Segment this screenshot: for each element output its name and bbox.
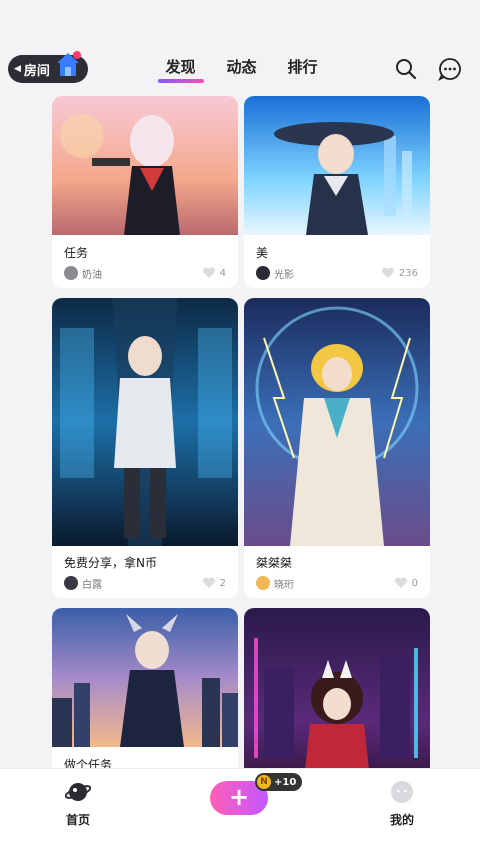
post-image[interactable]: [52, 96, 238, 235]
post-meta: 光影 236: [256, 265, 418, 281]
post-card[interactable]: 任务 奶油 4: [52, 96, 238, 288]
house-icon: [57, 51, 81, 76]
avatar: [64, 266, 78, 280]
post-author: 晓珩: [274, 579, 294, 591]
heart-icon[interactable]: [394, 577, 408, 589]
post-image[interactable]: [52, 608, 238, 747]
post-title: 任务: [64, 246, 89, 260]
post-card[interactable]: 美 光影 236: [244, 96, 430, 288]
post-likes: 4: [219, 267, 226, 279]
post-meta: 白露 2: [64, 575, 226, 591]
nav-home-label: 首页: [65, 813, 90, 827]
post-image[interactable]: [52, 298, 238, 546]
post-card[interactable]: 做个任务: [52, 608, 238, 768]
bottom-nav: 首页 + N +10 我的: [0, 768, 480, 854]
post-meta: 晓珩 0: [256, 575, 418, 591]
post-title: 免费分享，拿N币: [64, 556, 157, 570]
message-icon[interactable]: [438, 57, 462, 81]
search-icon[interactable]: [394, 57, 418, 81]
post-image[interactable]: [244, 96, 430, 235]
nav-me[interactable]: 我的: [382, 779, 422, 828]
heart-icon[interactable]: [381, 267, 395, 279]
post-author: 光影: [274, 269, 294, 281]
nav-me-label: 我的: [389, 813, 414, 827]
post-author: 白露: [82, 579, 102, 591]
post-likes: 2: [219, 577, 226, 589]
post-title: 桀桀桀: [256, 556, 293, 570]
post-image[interactable]: [244, 298, 430, 546]
tab-ranking[interactable]: 排行: [272, 56, 333, 83]
coin-reward-badge: N +10: [255, 773, 303, 791]
avatar: [256, 576, 270, 590]
avatar: [256, 266, 270, 280]
post-likes: 0: [411, 577, 418, 589]
chevron-left-icon: ◀: [14, 64, 21, 74]
top-tabs: 发现 动态 排行: [150, 56, 333, 83]
top-header: ◀ 房间 发现 动态 排行: [0, 0, 480, 96]
coin-icon: N: [257, 775, 271, 789]
coin-reward-value: +10: [274, 776, 297, 788]
post-card[interactable]: 桀桀桀 晓珩 0: [244, 298, 430, 598]
tab-discover[interactable]: 发现: [150, 56, 211, 83]
post-card[interactable]: [244, 608, 430, 768]
post-likes: 236: [398, 267, 418, 279]
post-title: 美: [256, 246, 269, 260]
heart-icon[interactable]: [202, 577, 216, 589]
discover-feed[interactable]: 任务 奶油 4 美 光影 236 免费分享，拿N币 白露 2 桀桀桀 晓珩 0 …: [0, 96, 480, 768]
heart-icon[interactable]: [202, 267, 216, 279]
home-planet-icon: [64, 783, 92, 801]
post-title: 做个任务: [64, 758, 113, 768]
post-author: 奶油: [82, 269, 102, 281]
post-card[interactable]: 免费分享，拿N币 白露 2: [52, 298, 238, 598]
room-button[interactable]: ◀ 房间: [8, 51, 88, 83]
post-meta: 奶油 4: [64, 265, 226, 281]
nav-home[interactable]: 首页: [58, 779, 98, 828]
room-label: 房间: [23, 63, 50, 79]
post-image[interactable]: [244, 608, 430, 768]
avatar: [64, 576, 78, 590]
tab-feed[interactable]: 动态: [211, 56, 272, 83]
profile-face-icon: [391, 781, 413, 803]
